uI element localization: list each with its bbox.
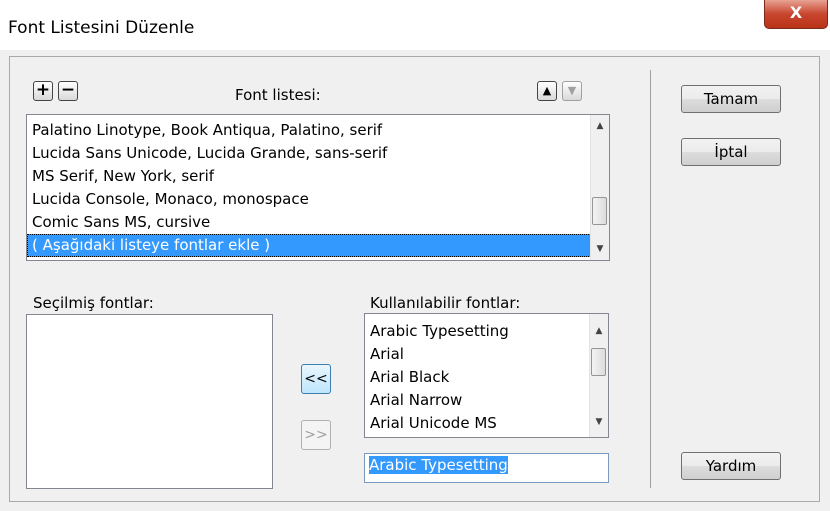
font-list-scrollbar[interactable]: ▲ ▼ bbox=[590, 115, 609, 260]
list-item[interactable]: Arabic Typesetting bbox=[365, 320, 608, 343]
ok-button[interactable]: Tamam bbox=[681, 85, 781, 113]
font-name-input-value: Arabic Typesetting bbox=[369, 456, 508, 474]
list-item[interactable]: Comic Sans MS, cursive bbox=[27, 211, 609, 234]
cancel-button[interactable]: İptal bbox=[681, 138, 781, 166]
list-item[interactable]: Arial bbox=[365, 343, 608, 366]
list-item[interactable]: Arial Narrow bbox=[365, 389, 608, 412]
vertical-divider bbox=[650, 70, 651, 488]
title-bar: Font Listesini Düzenle X bbox=[0, 0, 830, 50]
list-item[interactable]: Lucida Console, Monaco, monospace bbox=[27, 188, 609, 211]
scroll-up-icon[interactable]: ▲ bbox=[590, 322, 608, 340]
selected-fonts-label: Seçilmiş fontlar: bbox=[33, 294, 154, 312]
help-button[interactable]: Yardım bbox=[681, 452, 781, 480]
font-list-label: Font listesi: bbox=[235, 86, 321, 104]
list-item[interactable]: Arial Unicode MS bbox=[365, 412, 608, 435]
available-fonts-list[interactable]: Arabic Typesetting Arial Arial Black Arial … bbox=[364, 313, 609, 438]
close-button[interactable]: X bbox=[764, 0, 828, 29]
scroll-down-icon[interactable]: ▼ bbox=[591, 240, 609, 258]
font-name-input[interactable]: Arabic Typesetting bbox=[364, 453, 609, 483]
list-item[interactable]: Lucida Sans Unicode, Lucida Grande, sans… bbox=[27, 142, 609, 165]
add-to-list-button[interactable]: << bbox=[301, 364, 331, 394]
add-font-button[interactable]: + bbox=[33, 81, 53, 101]
window-title: Font Listesini Düzenle bbox=[8, 18, 195, 38]
move-down-button[interactable]: ▼ bbox=[562, 81, 582, 101]
remove-font-button[interactable]: − bbox=[58, 81, 78, 101]
available-fonts-scrollbar[interactable]: ▲ ▼ bbox=[589, 314, 608, 437]
list-item[interactable]: ( Aşağıdaki listeye fontlar ekle ) bbox=[27, 234, 609, 257]
list-item[interactable]: MS Serif, New York, serif bbox=[27, 165, 609, 188]
available-fonts-label: Kullanılabilir fontlar: bbox=[370, 294, 521, 312]
scroll-thumb[interactable] bbox=[591, 348, 606, 376]
move-up-button[interactable]: ▲ bbox=[537, 81, 557, 101]
list-item[interactable]: Arial Black bbox=[365, 366, 608, 389]
scroll-down-icon[interactable]: ▼ bbox=[590, 413, 608, 431]
scroll-up-icon[interactable]: ▲ bbox=[591, 117, 609, 135]
font-list-box[interactable]: Palatino Linotype, Book Antiqua, Palatin… bbox=[26, 114, 610, 261]
scroll-thumb[interactable] bbox=[592, 197, 607, 225]
remove-from-list-button[interactable]: >> bbox=[301, 420, 331, 450]
selected-fonts-list[interactable] bbox=[26, 314, 273, 489]
list-item[interactable]: Palatino Linotype, Book Antiqua, Palatin… bbox=[27, 119, 609, 142]
available-fonts-items: Arabic Typesetting Arial Arial Black Arial … bbox=[365, 320, 608, 435]
font-list-items: Palatino Linotype, Book Antiqua, Palatin… bbox=[27, 119, 609, 257]
